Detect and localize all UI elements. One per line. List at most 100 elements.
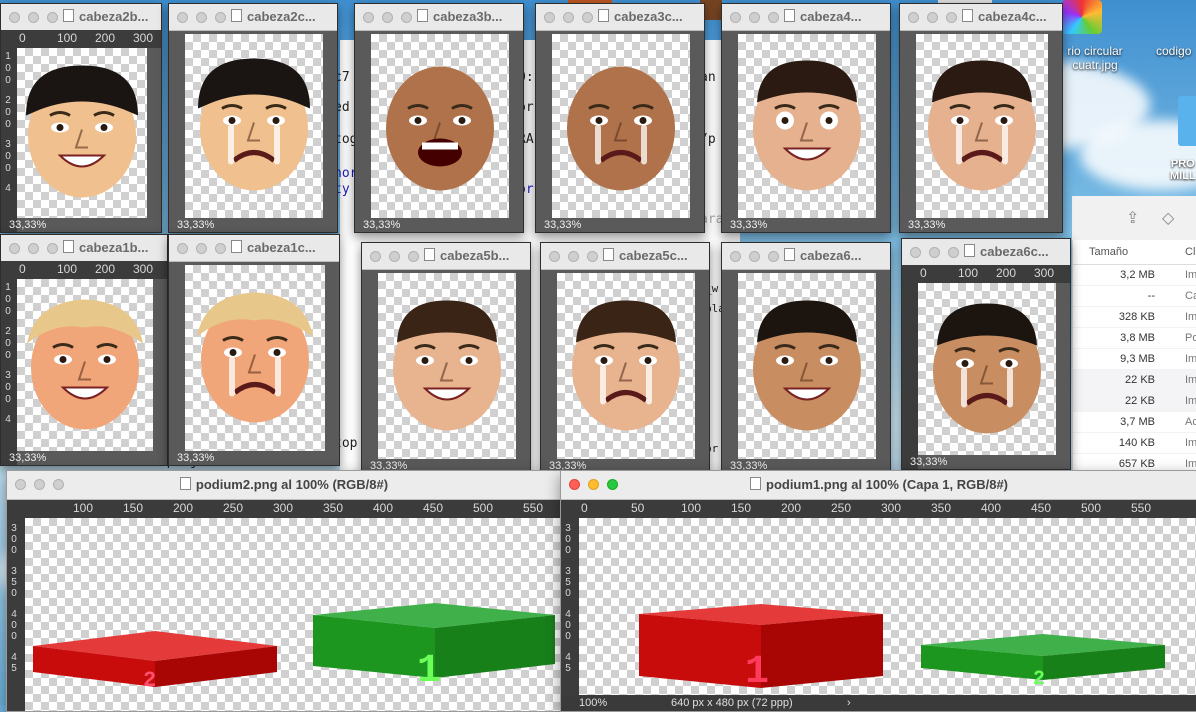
zoom-level[interactable]: 33,33% [910, 456, 947, 468]
desktop-folder-icon[interactable] [1178, 96, 1196, 146]
title-bar[interactable]: cabeza1b... [1, 235, 167, 262]
image-canvas[interactable] [185, 34, 323, 218]
minimize-button[interactable] [749, 12, 760, 23]
finder-row[interactable]: 22 KB Im [1073, 370, 1196, 391]
image-window[interactable]: cabeza6c... 0 100 200 300 33,33% [901, 238, 1071, 470]
image-window[interactable]: cabeza5b... 33,33% [361, 242, 531, 474]
title-bar[interactable]: cabeza3b... [355, 4, 523, 31]
minimize-button[interactable] [929, 247, 940, 258]
finder-row[interactable]: 22 KB Im [1073, 391, 1196, 412]
zoom-button[interactable] [768, 251, 779, 262]
image-window[interactable]: cabeza4... 33,33% [721, 3, 891, 233]
podium2-window[interactable]: podium2.png al 100% (RGB/8#) 100 150 200 25… [6, 470, 562, 712]
image-canvas[interactable] [557, 273, 695, 459]
title-bar[interactable]: cabeza2b... [1, 4, 161, 31]
image-canvas[interactable] [738, 34, 876, 218]
zoom-level[interactable]: 33,33% [730, 219, 767, 231]
title-bar[interactable]: cabeza1c... [169, 235, 339, 262]
title-bar[interactable]: podium2.png al 100% (RGB/8#) [7, 471, 561, 500]
zoom-button[interactable] [401, 12, 412, 23]
minimize-button[interactable] [568, 251, 579, 262]
close-button[interactable] [730, 251, 741, 262]
zoom-button[interactable] [768, 12, 779, 23]
zoom-button[interactable] [47, 243, 58, 254]
close-button[interactable] [370, 251, 381, 262]
image-canvas[interactable] [918, 283, 1056, 455]
image-canvas[interactable] [371, 34, 509, 218]
minimize-button[interactable] [28, 243, 39, 254]
close-button[interactable] [177, 243, 188, 254]
image-window[interactable]: cabeza3b... 33,33% [354, 3, 524, 233]
close-button[interactable] [9, 243, 20, 254]
close-button[interactable] [908, 12, 919, 23]
zoom-level[interactable]: 100% [579, 695, 607, 711]
tag-icon[interactable]: ◇ [1162, 208, 1174, 228]
title-bar[interactable]: podium1.png al 100% (Capa 1, RGB/8#) [561, 471, 1196, 500]
image-canvas[interactable] [738, 273, 876, 459]
title-bar[interactable]: cabeza4... [722, 4, 890, 31]
zoom-button[interactable] [215, 243, 226, 254]
image-canvas[interactable]: 2 1 [25, 518, 561, 711]
zoom-level[interactable]: 33,33% [177, 452, 214, 464]
close-button[interactable] [730, 12, 741, 23]
finder-row[interactable]: 140 KB Im [1073, 433, 1196, 454]
image-window[interactable]: cabeza1b... 0 100 200 300 1 0 0 2 0 0 3 0 0 4 33,33% [0, 234, 168, 466]
zoom-button[interactable] [215, 12, 226, 23]
zoom-button[interactable] [582, 12, 593, 23]
title-bar[interactable]: cabeza2c... [169, 4, 337, 31]
image-canvas[interactable] [552, 34, 690, 218]
image-window[interactable]: cabeza6... 33,33% [721, 242, 891, 474]
desktop-icon-image[interactable] [1062, 0, 1102, 34]
minimize-button[interactable] [28, 12, 39, 23]
zoom-button[interactable] [946, 12, 957, 23]
image-window[interactable]: cabeza2b... 0 100 200 300 1 0 0 2 0 0 3 0 0 4 33,33% [0, 3, 162, 233]
close-button[interactable] [177, 12, 188, 23]
podium1-window[interactable]: podium1.png al 100% (Capa 1, RGB/8#) 0 50… [560, 470, 1196, 712]
close-button[interactable] [9, 12, 20, 23]
zoom-button[interactable] [948, 247, 959, 258]
image-canvas[interactable] [185, 265, 325, 451]
zoom-button[interactable] [408, 251, 419, 262]
document-dimensions[interactable]: 640 px x 480 px (72 ppp) [671, 695, 793, 711]
finder-row[interactable]: 3,7 MB Ac [1073, 412, 1196, 433]
title-bar[interactable]: cabeza4c... [900, 4, 1062, 31]
close-button[interactable] [363, 12, 374, 23]
image-canvas[interactable] [916, 34, 1048, 218]
close-button[interactable] [544, 12, 555, 23]
image-canvas[interactable] [17, 48, 147, 218]
image-window[interactable]: cabeza2c... 33,33% [168, 3, 338, 233]
share-icon[interactable]: ⇪ [1126, 208, 1139, 228]
minimize-button[interactable] [382, 12, 393, 23]
minimize-button[interactable] [749, 251, 760, 262]
finder-row[interactable]: 3,2 MB Im [1073, 265, 1196, 286]
zoom-level[interactable]: 33,33% [363, 219, 400, 231]
finder-row[interactable]: -- Ca [1073, 286, 1196, 307]
image-canvas[interactable] [17, 279, 153, 451]
zoom-level[interactable]: 33,33% [9, 452, 46, 464]
column-kind-header[interactable]: Cl [1185, 246, 1195, 258]
image-window[interactable]: cabeza5c... 33,33% [540, 242, 710, 474]
minimize-button[interactable] [389, 251, 400, 262]
zoom-level[interactable]: 33,33% [177, 219, 214, 231]
zoom-button[interactable] [587, 251, 598, 262]
title-bar[interactable]: cabeza5b... [362, 243, 530, 270]
zoom-level[interactable]: 33,33% [908, 219, 945, 231]
image-window[interactable]: cabeza3c... 33,33% [535, 3, 705, 233]
close-button[interactable] [549, 251, 560, 262]
title-bar[interactable]: cabeza6c... [902, 239, 1070, 266]
minimize-button[interactable] [563, 12, 574, 23]
chevron-right-icon[interactable]: › [847, 695, 851, 711]
image-window[interactable]: cabeza4c... 33,33% [899, 3, 1063, 233]
zoom-level[interactable]: 33,33% [9, 219, 46, 231]
title-bar[interactable]: cabeza3c... [536, 4, 704, 31]
title-bar[interactable]: cabeza5c... [541, 243, 709, 270]
minimize-button[interactable] [196, 12, 207, 23]
zoom-button[interactable] [47, 12, 58, 23]
close-button[interactable] [910, 247, 921, 258]
finder-row[interactable]: 3,8 MB Po [1073, 328, 1196, 349]
finder-row[interactable]: 328 KB Im [1073, 307, 1196, 328]
title-bar[interactable]: cabeza6... [722, 243, 890, 270]
minimize-button[interactable] [196, 243, 207, 254]
image-canvas[interactable] [378, 273, 516, 459]
image-window[interactable]: cabeza1c... 33,33% [168, 234, 340, 466]
